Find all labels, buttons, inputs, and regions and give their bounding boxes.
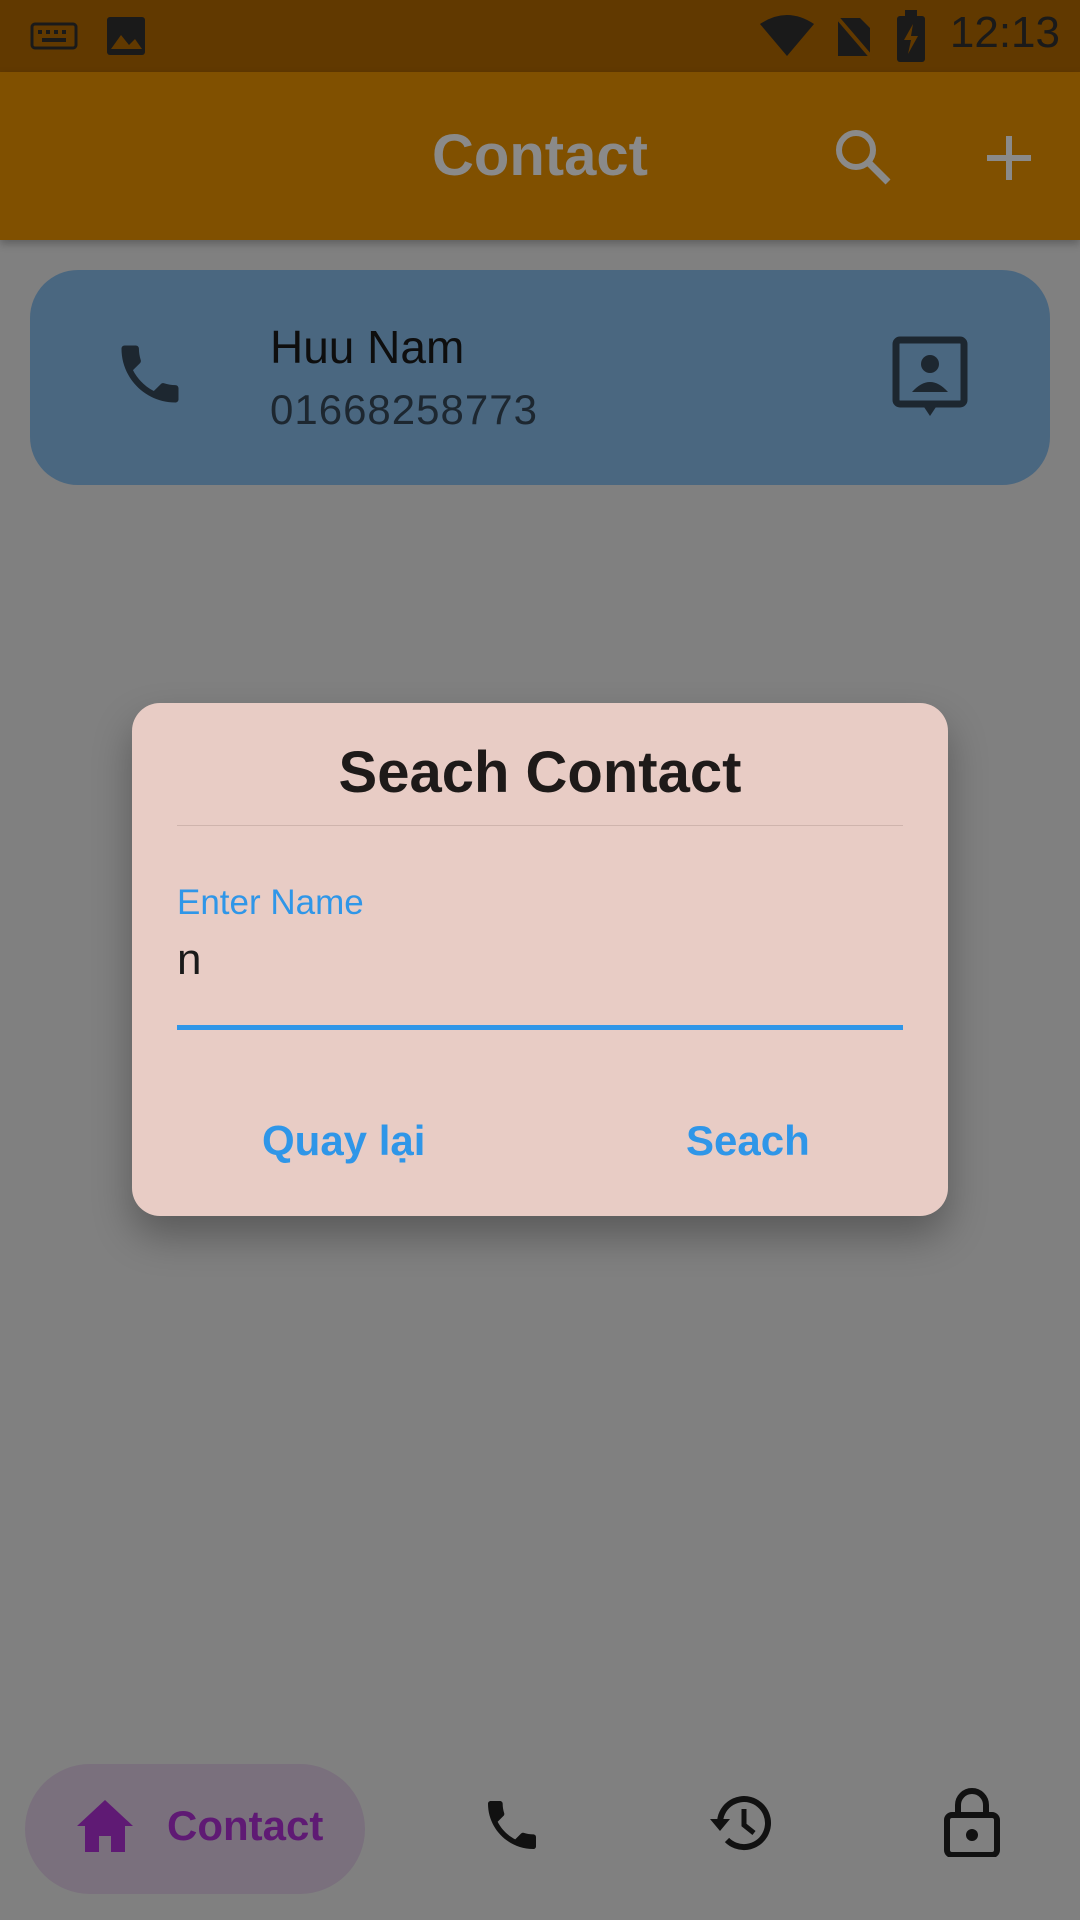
- name-input[interactable]: n: [177, 935, 201, 985]
- search-dialog: Seach Contact Enter Name n Quay lại Seac…: [132, 703, 948, 1216]
- search-button[interactable]: Seach: [686, 1117, 810, 1165]
- search-icon[interactable]: [834, 128, 892, 186]
- no-sim-icon: [834, 14, 874, 60]
- cancel-button[interactable]: Quay lại: [262, 1117, 425, 1165]
- lock-icon[interactable]: [944, 1787, 1000, 1857]
- contact-card-icon[interactable]: [892, 336, 968, 420]
- dialog-title: Seach Contact: [338, 740, 742, 805]
- page-title: Contact: [432, 123, 648, 188]
- contact-name: Huu Nam: [270, 321, 465, 373]
- add-icon[interactable]: [987, 136, 1031, 180]
- contact-card[interactable]: Huu Nam 01668258773: [30, 270, 1050, 485]
- bottom-nav: Contact: [0, 1745, 1080, 1920]
- status-bar: 12:13: [0, 0, 1080, 72]
- name-field-label: Enter Name: [177, 883, 364, 922]
- keyboard-icon: [30, 22, 78, 50]
- battery-charging-icon: [897, 10, 925, 62]
- nav-item-label: Contact: [167, 1802, 324, 1849]
- nav-item-contact[interactable]: Contact: [25, 1764, 365, 1894]
- contact-phone: 01668258773: [270, 386, 538, 433]
- phone-icon[interactable]: [480, 1793, 544, 1857]
- history-icon[interactable]: [708, 1793, 774, 1853]
- wifi-icon: [760, 15, 814, 56]
- name-input-underline: [177, 1025, 903, 1030]
- phone-icon[interactable]: [112, 336, 188, 412]
- status-time: 12:13: [949, 8, 1060, 57]
- image-icon: [107, 17, 145, 55]
- home-icon: [77, 1800, 133, 1852]
- dialog-divider: [177, 825, 903, 826]
